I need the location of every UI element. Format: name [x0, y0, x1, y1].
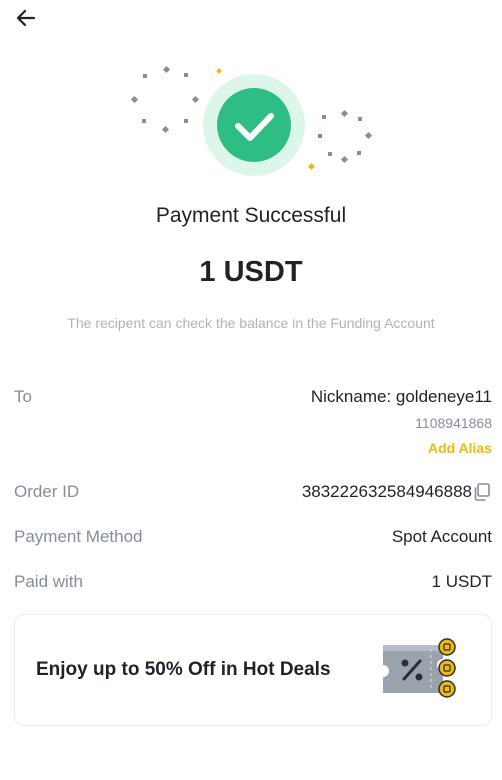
payment-amount: 1 USDT: [199, 256, 303, 288]
recipient-id: 1108941868: [415, 415, 492, 431]
promo-text: Enjoy up to 50% Off in Hot Deals: [36, 659, 331, 680]
recipient-nickname: Nickname: goldeneye11: [310, 387, 492, 406]
paid-with-value: 1 USDT: [431, 572, 492, 591]
hot-deals-banner[interactable]: Enjoy up to 50% Off in Hot Deals: [14, 614, 492, 726]
discount-ticket-icon: [381, 637, 461, 701]
success-illustration: [0, 60, 502, 180]
payment-method-label: Payment Method: [14, 527, 143, 546]
order-id-label: Order ID: [14, 482, 80, 501]
payment-method-value: Spot Account: [391, 527, 492, 546]
status-title: Payment Successful: [155, 204, 347, 227]
status-subtitle: The recipent can check the balance in th…: [67, 315, 435, 331]
back-button[interactable]: [14, 6, 38, 30]
arrow-left-icon: [16, 9, 36, 27]
confetti-right: [318, 109, 373, 164]
copy-button[interactable]: [472, 482, 492, 502]
copy-icon: [474, 483, 490, 501]
confetti-left: [130, 65, 200, 134]
add-alias-link[interactable]: Add Alias: [428, 440, 492, 456]
paid-with-label: Paid with: [14, 572, 83, 591]
order-id-value: 383222632584946888: [301, 482, 472, 501]
to-label: To: [14, 387, 32, 406]
